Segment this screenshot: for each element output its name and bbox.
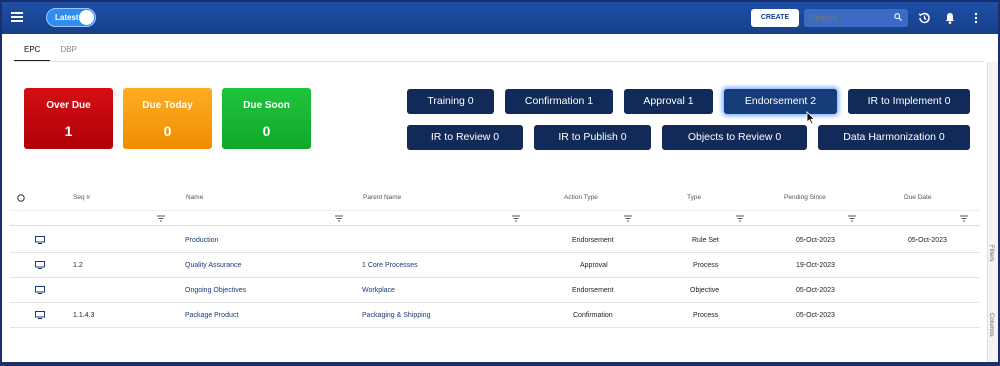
columns-side-tab[interactable]: Columns — [988, 313, 994, 337]
filter-icon[interactable] — [960, 215, 968, 222]
tab-bar: EPC DBP — [14, 42, 87, 62]
table-row[interactable]: Ongoing Objectives Workplace Endorsement… — [10, 278, 980, 303]
table-row[interactable]: 1.1.4.3 Package Product Packaging & Ship… — [10, 303, 980, 328]
header-due-date[interactable]: Due Date — [904, 194, 931, 201]
cell-type: Objective — [690, 287, 720, 294]
menu-icon[interactable] — [11, 12, 23, 22]
ir-to-publish-button[interactable]: IR to Publish 0 — [534, 125, 651, 150]
top-navigation-bar: Latest CREATE — [2, 2, 998, 34]
filter-row — [10, 210, 980, 226]
header-type[interactable]: Type — [687, 194, 701, 201]
cell-name[interactable]: Production — [185, 237, 218, 244]
bottom-border — [2, 362, 998, 364]
cell-action-type: Confirmation — [573, 312, 613, 319]
data-harmonization-button[interactable]: Data Harmonization 0 — [818, 125, 970, 150]
due-today-card[interactable]: Due Today 0 — [123, 88, 212, 149]
cell-seq: 1.2 — [73, 262, 83, 269]
app-window: Latest CREATE EPC DBP Over Due 1 D — [0, 0, 1000, 366]
latest-toggle-label: Latest — [55, 13, 79, 22]
objects-to-review-button[interactable]: Objects to Review 0 — [662, 125, 807, 150]
cell-pending-since: 05-Oct-2023 — [796, 312, 835, 319]
table-header: Seq # Name Parent Name Action Type Type … — [10, 188, 980, 208]
cell-action-type: Approval — [580, 262, 608, 269]
cell-due-date: 05-Oct-2023 — [908, 237, 947, 244]
cell-parent-name[interactable]: Packaging & Shipping — [362, 312, 431, 319]
cell-parent-name[interactable]: Workplace — [362, 287, 395, 294]
monitor-icon[interactable] — [35, 261, 45, 269]
cell-type: Process — [693, 312, 719, 319]
cell-action-type: Endorsement — [572, 287, 614, 294]
filter-icon[interactable] — [512, 215, 520, 222]
due-today-card-value: 0 — [163, 123, 172, 139]
table-row[interactable]: Production Endorsement Rule Set 05-Oct-2… — [10, 228, 980, 253]
cell-seq: 1.1.4.3 — [73, 312, 95, 319]
cell-pending-since: 05-Oct-2023 — [796, 287, 835, 294]
due-soon-card[interactable]: Due Soon 0 — [222, 88, 311, 149]
monitor-icon[interactable] — [35, 236, 45, 244]
due-today-card-title: Due Today — [142, 100, 193, 111]
mouse-cursor-icon — [806, 111, 816, 125]
cell-name[interactable]: Ongoing Objectives — [185, 287, 246, 294]
create-button[interactable]: CREATE — [751, 9, 799, 27]
cell-name[interactable]: Package Product — [185, 312, 238, 319]
filter-icon[interactable] — [335, 215, 343, 222]
more-vertical-icon[interactable] — [969, 11, 983, 25]
filters-side-tab[interactable]: Filters — [988, 245, 994, 261]
overdue-card[interactable]: Over Due 1 — [24, 88, 113, 149]
header-parent-name[interactable]: Parent Name — [363, 194, 401, 201]
due-soon-card-value: 0 — [262, 123, 271, 139]
monitor-icon[interactable] — [35, 286, 45, 294]
select-all-radio[interactable] — [17, 194, 25, 202]
cell-action-type: Endorsement — [572, 237, 614, 244]
header-seq[interactable]: Seq # — [73, 194, 90, 201]
filter-icon[interactable] — [624, 215, 632, 222]
ir-to-implement-button[interactable]: IR to Implement 0 — [848, 89, 970, 114]
overdue-card-value: 1 — [64, 123, 73, 139]
training-button[interactable]: Training 0 — [407, 89, 494, 114]
header-pending-since[interactable]: Pending Since — [784, 194, 826, 201]
search-input[interactable] — [804, 9, 908, 27]
toggle-knob — [79, 10, 94, 25]
table-row[interactable]: 1.2 Quality Assurance 1 Core Processes A… — [10, 253, 980, 278]
latest-toggle[interactable]: Latest — [46, 8, 96, 27]
cell-type: Rule Set — [692, 237, 719, 244]
endorsement-button[interactable]: Endorsement 2 — [724, 89, 837, 114]
cell-name[interactable]: Quality Assurance — [185, 262, 241, 269]
cell-pending-since: 05-Oct-2023 — [796, 237, 835, 244]
filter-icon[interactable] — [736, 215, 744, 222]
confirmation-button[interactable]: Confirmation 1 — [505, 89, 613, 114]
tab-epc[interactable]: EPC — [14, 42, 51, 62]
approval-button[interactable]: Approval 1 — [624, 89, 713, 114]
monitor-icon[interactable] — [35, 311, 45, 319]
ir-to-review-button[interactable]: IR to Review 0 — [407, 125, 523, 150]
cell-parent-name[interactable]: 1 Core Processes — [362, 262, 418, 269]
bell-icon[interactable] — [943, 11, 957, 25]
history-icon[interactable] — [917, 11, 931, 25]
due-soon-card-title: Due Soon — [243, 100, 290, 111]
overdue-card-title: Over Due — [46, 100, 91, 111]
filter-icon[interactable] — [848, 215, 856, 222]
header-name[interactable]: Name — [186, 194, 203, 201]
tab-dbp[interactable]: DBP — [50, 42, 86, 62]
cell-type: Process — [693, 262, 719, 269]
tab-divider — [14, 61, 984, 62]
cell-pending-since: 19-Oct-2023 — [796, 262, 835, 269]
filter-icon[interactable] — [157, 215, 165, 222]
header-action-type[interactable]: Action Type — [564, 194, 598, 201]
